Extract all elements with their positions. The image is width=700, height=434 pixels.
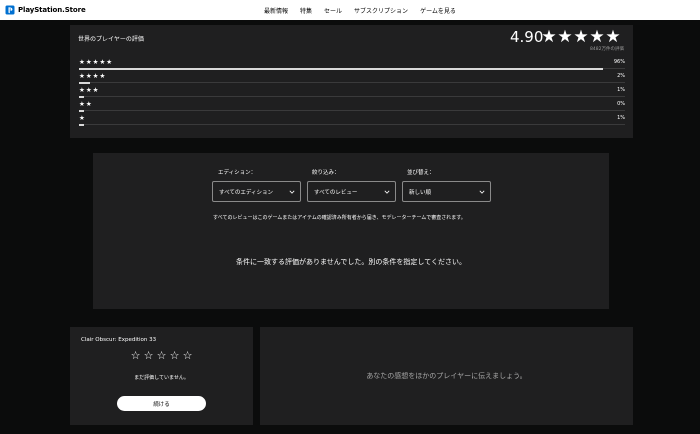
rating-row-stars: ★★★★ — [79, 72, 107, 80]
rating-bar-track — [79, 68, 625, 70]
ratings-panel: 世界のプレイヤーの評価 4.90 ★ ★ ★ ★ ★ 8482万件の評価 ★★★… — [70, 25, 633, 138]
rating-row-stars: ★ — [79, 114, 86, 122]
average-stars: ★ ★ ★ ★ ★ — [541, 27, 621, 47]
star-icon: ★ — [541, 27, 557, 47]
nav-item-browse-games[interactable]: ゲームを見る — [420, 6, 456, 15]
rating-bar-track — [79, 82, 625, 84]
rating-bar-fill — [79, 82, 90, 84]
rating-bar-track — [79, 96, 625, 98]
rating-row-percent: 2% — [617, 73, 625, 79]
store-logo[interactable]: PlayStation.Store — [5, 4, 86, 16]
review-policy-note: すべてのレビューはこのゲームまたはアイテムの確認済み所有者から届き、モデレーター… — [213, 215, 466, 221]
rating-row-2: ★★ 0% — [79, 100, 625, 113]
chevron-down-icon — [479, 190, 485, 194]
rating-row-stars: ★★★ — [79, 86, 100, 94]
nav-item-featured[interactable]: 特集 — [300, 6, 312, 15]
rating-row-percent: 96% — [613, 59, 625, 65]
star-outline-icon[interactable]: ☆ — [168, 349, 181, 362]
sort-label: 並び替え： — [407, 170, 435, 176]
share-thoughts-card[interactable]: あなたの感想をほかのプレイヤーに伝えましょう。 — [260, 327, 633, 425]
edition-select-value: すべてのエディション — [219, 189, 274, 196]
star-icon: ★ — [589, 27, 605, 47]
star-outline-icon[interactable]: ☆ — [142, 349, 155, 362]
playstation-logo-icon — [5, 5, 15, 15]
rating-row-percent: 1% — [617, 87, 625, 93]
chevron-down-icon — [289, 190, 295, 194]
star-icon: ★ — [573, 27, 589, 47]
rating-row-5: ★★★★★ 96% — [79, 58, 625, 71]
your-rating-card: Clair Obscur: Expedition 33 ☆ ☆ ☆ ☆ ☆ まだ… — [70, 327, 253, 425]
rating-bar-fill — [79, 124, 85, 126]
filter-select-value: すべてのレビュー — [314, 189, 358, 196]
ratings-title: 世界のプレイヤーの評価 — [78, 36, 144, 43]
rating-row-percent: 1% — [617, 115, 625, 121]
sort-select[interactable]: 新しい順 — [402, 181, 491, 202]
rating-count: 8482万件の評価 — [590, 47, 624, 52]
star-icon: ★ — [557, 27, 573, 47]
rating-row-stars: ★★ — [79, 100, 93, 108]
star-outline-icon[interactable]: ☆ — [181, 349, 194, 362]
rating-row-1: ★ 1% — [79, 114, 625, 127]
edition-label: エディション： — [218, 170, 257, 176]
star-icon: ★ — [605, 27, 621, 47]
chevron-down-icon — [384, 190, 390, 194]
rating-row-4: ★★★★ 2% — [79, 72, 625, 85]
star-outline-icon[interactable]: ☆ — [155, 349, 168, 362]
sort-select-value: 新しい順 — [409, 189, 432, 196]
game-title: Clair Obscur: Expedition 33 — [81, 337, 157, 343]
rating-row-percent: 0% — [617, 101, 625, 107]
rating-bar-fill — [79, 96, 85, 98]
filter-select[interactable]: すべてのレビュー — [307, 181, 396, 202]
rating-bar-fill — [79, 110, 84, 112]
empty-results-message: 条件に一致する評価がありませんでした。別の条件を指定してください。 — [235, 258, 467, 266]
continue-button[interactable]: 続ける — [117, 396, 206, 411]
average-rating: 4.90 — [510, 28, 544, 46]
store-header: PlayStation.Store 最新情報 特集 セール サブスクリプション … — [0, 0, 700, 20]
not-rated-note: まだ評価していません。 — [134, 375, 189, 381]
store-logo-text: PlayStation.Store — [18, 6, 86, 14]
rating-bar-fill — [79, 68, 604, 70]
main-nav: 最新情報 特集 セール サブスクリプション ゲームを見る — [264, 4, 468, 16]
nav-item-sale[interactable]: セール — [324, 6, 342, 15]
filter-label: 絞り込み： — [312, 170, 340, 176]
rating-bar-track — [79, 110, 625, 112]
star-outline-icon[interactable]: ☆ — [129, 349, 142, 362]
edition-select[interactable]: すべてのエディション — [212, 181, 301, 202]
rating-row-stars: ★★★★★ — [79, 58, 114, 66]
rating-row-3: ★★★ 1% — [79, 86, 625, 99]
nav-item-subscription[interactable]: サブスクリプション — [354, 6, 408, 15]
user-rating-stars: ☆ ☆ ☆ ☆ ☆ — [70, 349, 253, 362]
share-thoughts-prompt: あなたの感想をほかのプレイヤーに伝えましょう。 — [366, 372, 527, 380]
rating-bar-track — [79, 124, 625, 126]
review-filter-panel: エディション： 絞り込み： 並び替え： すべてのエディション すべてのレビュー … — [93, 153, 609, 309]
nav-item-latest[interactable]: 最新情報 — [264, 6, 288, 15]
